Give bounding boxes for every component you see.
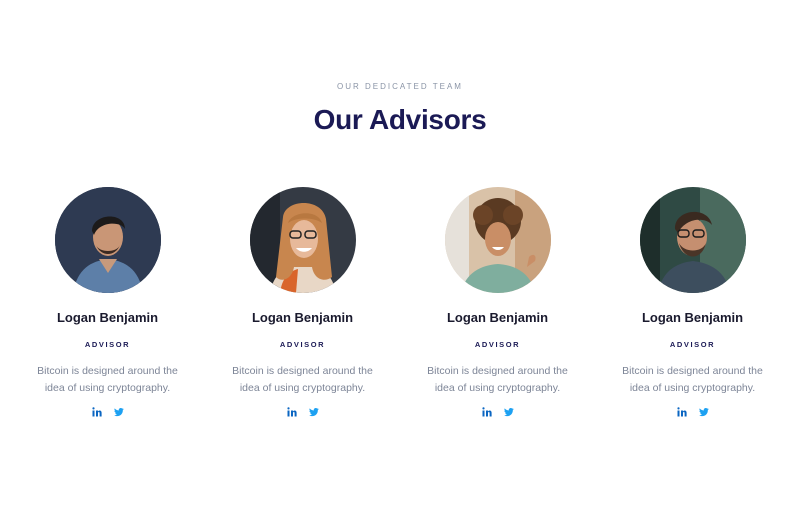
- man-portrait-photo: [639, 187, 746, 293]
- twitter-icon[interactable]: [503, 407, 514, 417]
- advisor-card: Logan Benjamin ADVISOR Bitcoin is design…: [595, 187, 790, 417]
- advisor-role: ADVISOR: [84, 340, 131, 349]
- man-portrait-photo: [54, 187, 161, 293]
- social-links: [286, 407, 319, 417]
- advisor-role: ADVISOR: [279, 340, 326, 349]
- twitter-icon[interactable]: [698, 407, 709, 417]
- twitter-icon[interactable]: [113, 407, 124, 417]
- advisor-card: Logan Benjamin ADVISOR Bitcoin is design…: [205, 187, 400, 417]
- twitter-icon[interactable]: [308, 407, 319, 417]
- advisor-bio: Bitcoin is designed around the idea of u…: [37, 365, 178, 394]
- advisor-role: ADVISOR: [474, 340, 521, 349]
- advisor-bio: Bitcoin is designed around the idea of u…: [232, 365, 373, 394]
- social-links: [676, 407, 709, 417]
- woman-portrait-photo: [444, 187, 551, 293]
- section-title: Our Advisors: [313, 104, 487, 135]
- advisor-bio: Bitcoin is designed around the idea of u…: [427, 365, 568, 394]
- advisor-bio: Bitcoin is designed around the idea of u…: [622, 365, 763, 394]
- social-links: [481, 407, 514, 417]
- woman-portrait-photo: [249, 187, 356, 293]
- linkedin-icon[interactable]: [91, 407, 102, 417]
- linkedin-icon[interactable]: [481, 407, 492, 417]
- linkedin-icon[interactable]: [676, 407, 687, 417]
- advisor-name: Logan Benjamin: [56, 310, 159, 325]
- avatar: [54, 187, 161, 293]
- section-eyebrow: OUR DEDICATED TEAM: [337, 82, 463, 91]
- avatar: [444, 187, 551, 293]
- social-links: [91, 407, 124, 417]
- advisor-name: Logan Benjamin: [641, 310, 744, 325]
- advisors-section: OUR DEDICATED TEAM Our Advisors Logan Be…: [0, 0, 800, 510]
- advisor-card: Logan Benjamin ADVISOR Bitcoin is design…: [400, 187, 595, 417]
- avatar: [249, 187, 356, 293]
- advisor-name: Logan Benjamin: [446, 310, 549, 325]
- advisor-card: Logan Benjamin ADVISOR Bitcoin is design…: [10, 187, 205, 417]
- linkedin-icon[interactable]: [286, 407, 297, 417]
- avatar: [639, 187, 746, 293]
- advisor-role: ADVISOR: [669, 340, 716, 349]
- advisors-grid: Logan Benjamin ADVISOR Bitcoin is design…: [10, 187, 790, 417]
- advisor-name: Logan Benjamin: [251, 310, 354, 325]
